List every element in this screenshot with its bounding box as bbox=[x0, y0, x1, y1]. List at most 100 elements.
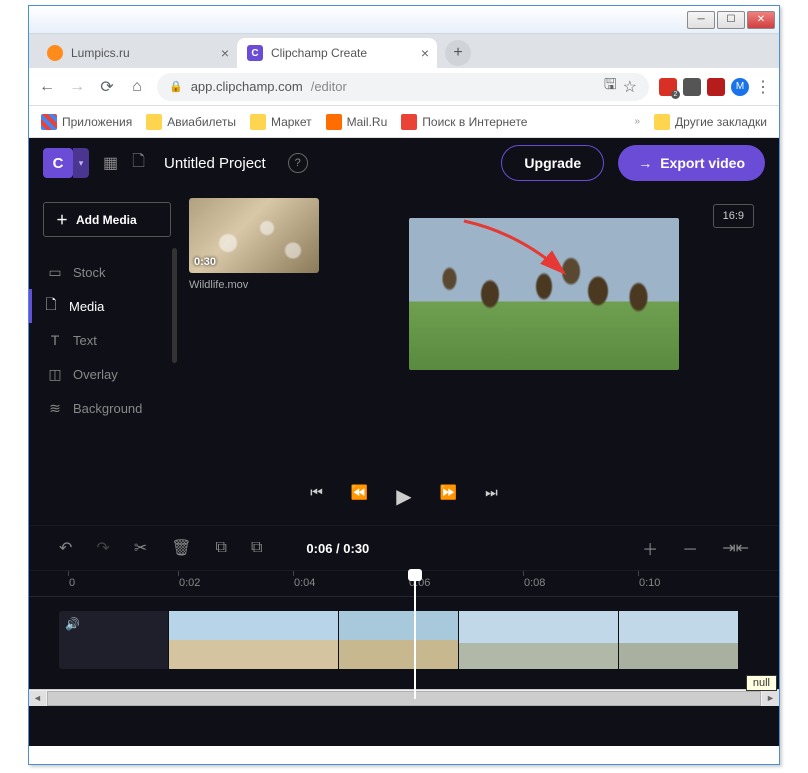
scroll-right-icon[interactable]: ► bbox=[762, 691, 779, 706]
bookmark-label: Mail.Ru bbox=[347, 115, 388, 129]
bookmark-label: Авиабилеты bbox=[167, 115, 236, 129]
extension-icon[interactable] bbox=[683, 78, 701, 96]
scroll-left-icon[interactable]: ◄ bbox=[29, 691, 46, 706]
text-icon: T bbox=[47, 332, 63, 348]
browser-window: ─ ☐ ✕ Lumpics.ru × C Clipchamp Create × … bbox=[28, 5, 780, 765]
search-icon bbox=[401, 114, 417, 130]
app-logo[interactable]: C bbox=[43, 148, 73, 178]
bookmark-label: Приложения bbox=[62, 115, 132, 129]
window-titlebar: ─ ☐ ✕ bbox=[29, 6, 779, 34]
app-header: C ▾ ▦ 🗋 Untitled Project ? Upgrade →Expo… bbox=[29, 138, 779, 188]
cut-button[interactable]: ✂ bbox=[134, 538, 147, 558]
sidebar-item-background[interactable]: ≋Background bbox=[43, 391, 171, 425]
ruler-tick: 0:04 bbox=[294, 577, 315, 589]
reload-button[interactable]: ⟳ bbox=[97, 77, 117, 97]
tab-label: Clipchamp Create bbox=[271, 46, 367, 60]
scrollbar-thumb[interactable] bbox=[47, 691, 761, 706]
timeline-clip[interactable] bbox=[459, 611, 619, 669]
aspect-ratio-button[interactable]: 16:9 bbox=[713, 204, 754, 228]
url-actions: 🖫 ☆ bbox=[604, 74, 637, 99]
sidebar-item-stock[interactable]: ▭Stock bbox=[43, 255, 171, 289]
flights-bookmark[interactable]: Авиабилеты bbox=[146, 114, 236, 130]
url-field[interactable]: 🔒 app.clipchamp.com/editor 🖫 ☆ bbox=[157, 73, 649, 101]
playhead[interactable] bbox=[414, 571, 416, 699]
apps-icon bbox=[41, 114, 57, 130]
help-icon[interactable]: ? bbox=[288, 153, 308, 173]
add-media-button[interactable]: ＋ Add Media bbox=[43, 202, 171, 237]
tab-label: Lumpics.ru bbox=[71, 46, 130, 60]
upgrade-button[interactable]: Upgrade bbox=[501, 145, 604, 181]
media-thumbnail[interactable]: 0:30 bbox=[189, 198, 319, 273]
overlay-icon: ◫ bbox=[47, 366, 63, 382]
adblock-icon[interactable] bbox=[659, 78, 677, 96]
file-icon[interactable]: 🗋 bbox=[132, 150, 145, 177]
window-close-button[interactable]: ✕ bbox=[747, 11, 775, 29]
timeline[interactable]: 🔊 null bbox=[29, 597, 779, 689]
export-button[interactable]: →Export video bbox=[618, 145, 765, 181]
pdf-icon[interactable] bbox=[707, 78, 725, 96]
chevron-icon: » bbox=[634, 116, 640, 127]
more-bookmarks[interactable]: » bbox=[634, 116, 640, 127]
other-bookmarks[interactable]: Другие закладки bbox=[654, 114, 767, 130]
horizontal-scrollbar[interactable]: ◄ ► bbox=[29, 689, 779, 706]
forward-button[interactable]: → bbox=[67, 77, 87, 97]
timeline-clip[interactable] bbox=[339, 611, 459, 669]
rewind-icon[interactable]: ⏪ bbox=[351, 484, 368, 509]
duration-badge: 0:30 bbox=[194, 256, 216, 268]
lock-icon: 🔒 bbox=[169, 80, 183, 93]
back-button[interactable]: ← bbox=[37, 77, 57, 97]
redo-button[interactable]: ↷ bbox=[96, 538, 109, 558]
undo-button[interactable]: ↶ bbox=[59, 538, 72, 558]
video-track[interactable]: 🔊 bbox=[59, 611, 749, 669]
favicon-icon: C bbox=[247, 45, 263, 61]
apps-bookmark[interactable]: Приложения bbox=[41, 114, 132, 130]
film-icon[interactable]: ▦ bbox=[103, 153, 118, 173]
translate-icon[interactable]: 🖫 bbox=[604, 74, 617, 99]
fit-button[interactable]: ⇥⇤ bbox=[722, 538, 749, 558]
close-tab-icon[interactable]: × bbox=[421, 45, 429, 61]
sidebar-item-media[interactable]: 🗋Media bbox=[29, 289, 171, 323]
minimize-button[interactable]: ─ bbox=[687, 11, 715, 29]
plane-icon bbox=[146, 114, 162, 130]
maximize-button[interactable]: ☐ bbox=[717, 11, 745, 29]
home-button[interactable]: ⌂ bbox=[127, 77, 147, 97]
menu-icon[interactable]: ⋮ bbox=[755, 77, 771, 97]
logo-dropdown[interactable]: ▾ bbox=[73, 148, 89, 178]
tab-clipchamp[interactable]: C Clipchamp Create × bbox=[237, 38, 437, 68]
audio-indicator[interactable]: 🔊 bbox=[59, 611, 169, 669]
ruler-tick: 0 bbox=[69, 577, 75, 589]
tooltip: null bbox=[746, 675, 777, 691]
media-icon: 🗋 bbox=[43, 298, 59, 314]
plus-icon: ＋ bbox=[56, 211, 68, 228]
close-tab-icon[interactable]: × bbox=[221, 45, 229, 61]
timeline-clip[interactable] bbox=[619, 611, 739, 669]
project-title[interactable]: Untitled Project bbox=[164, 155, 266, 172]
tab-lumpics[interactable]: Lumpics.ru × bbox=[37, 38, 237, 68]
skip-end-icon[interactable]: ⏭ bbox=[485, 484, 498, 509]
mail-bookmark[interactable]: Mail.Ru bbox=[326, 114, 388, 130]
sidebar-label: Background bbox=[73, 401, 142, 416]
delete-button[interactable]: 🗑 bbox=[171, 538, 191, 558]
add-media-label: Add Media bbox=[76, 213, 137, 227]
profile-avatar[interactable]: M bbox=[731, 78, 749, 96]
sidebar-item-text[interactable]: TText bbox=[43, 323, 171, 357]
zoom-in-button[interactable]: ＋ bbox=[642, 536, 658, 560]
video-preview[interactable] bbox=[409, 218, 679, 370]
zoom-out-button[interactable]: － bbox=[682, 536, 698, 560]
forward-icon[interactable]: ⏩ bbox=[440, 484, 457, 509]
search-bookmark[interactable]: Поиск в Интернете bbox=[401, 114, 527, 130]
address-bar: ← → ⟳ ⌂ 🔒 app.clipchamp.com/editor 🖫 ☆ M… bbox=[29, 68, 779, 106]
timeline-ruler[interactable]: 0 0:02 0:04 0:06 0:08 0:10 bbox=[29, 571, 779, 597]
extensions: M ⋮ bbox=[659, 77, 771, 97]
sidebar-item-overlay[interactable]: ◫ Overlay bbox=[43, 357, 171, 391]
copy-button[interactable]: ⧉ bbox=[216, 539, 227, 557]
sidebar-scrollbar[interactable] bbox=[172, 248, 177, 363]
market-bookmark[interactable]: Маркет bbox=[250, 114, 312, 130]
sidebar-label: Overlay bbox=[73, 367, 118, 382]
new-tab-button[interactable]: + bbox=[445, 40, 471, 66]
play-button[interactable]: ▶ bbox=[396, 484, 411, 509]
skip-start-icon[interactable]: ⏮ bbox=[310, 484, 323, 509]
bookmark-star-icon[interactable]: ☆ bbox=[623, 77, 637, 97]
paste-button[interactable]: ⧉ bbox=[251, 539, 262, 557]
timeline-clip[interactable] bbox=[169, 611, 339, 669]
